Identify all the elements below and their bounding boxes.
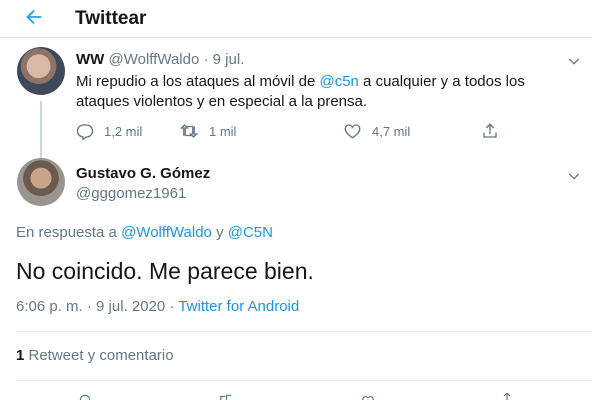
mention-link[interactable]: @c5n bbox=[319, 73, 358, 90]
author-name[interactable]: WW bbox=[76, 51, 104, 68]
tweet-date[interactable]: 9 jul. 2020 bbox=[96, 298, 165, 315]
reply-mention-link[interactable]: @C5N bbox=[228, 224, 273, 241]
tweet-time[interactable]: 6:06 p. m. bbox=[16, 298, 83, 315]
retweet-comment-stats[interactable]: 1 Retweet y comentario bbox=[16, 347, 174, 365]
reply-icon[interactable] bbox=[78, 393, 92, 400]
reply-button[interactable]: 1,2 mil bbox=[76, 121, 142, 141]
tweet-text: No coincido. Me parece bien. bbox=[16, 258, 314, 284]
share-icon[interactable] bbox=[500, 393, 514, 400]
tweet-text: Mi repudio a los ataques al móvil de @c5… bbox=[76, 72, 581, 112]
focal-tweet: Gustavo G. Gómez @gggomez1961 En respues… bbox=[0, 154, 592, 400]
parent-tweet-header: WW @WolffWaldo · 9 jul. bbox=[76, 51, 244, 69]
stats-top-divider bbox=[16, 331, 592, 332]
back-button[interactable] bbox=[20, 3, 48, 31]
tweet-meta: 6:06 p. m. · 9 jul. 2020 · Twitter for A… bbox=[16, 298, 299, 316]
retweet-icon[interactable] bbox=[219, 393, 233, 400]
reply-count: 1,2 mil bbox=[104, 123, 143, 139]
separator-dot: · bbox=[203, 51, 209, 68]
avatar[interactable] bbox=[17, 158, 65, 206]
avatar[interactable] bbox=[17, 47, 65, 95]
chevron-down-icon[interactable] bbox=[566, 53, 582, 69]
reply-prefix: En respuesta a bbox=[16, 224, 122, 241]
tweet-date[interactable]: 9 jul. bbox=[213, 51, 245, 68]
parent-tweet[interactable]: WW @WolffWaldo · 9 jul. Mi repudio a los… bbox=[0, 39, 592, 181]
author-handle[interactable]: @WolffWaldo bbox=[109, 51, 200, 68]
author-handle[interactable]: @gggomez1961 bbox=[76, 185, 186, 203]
back-arrow-icon bbox=[26, 9, 42, 25]
reply-icon bbox=[76, 124, 94, 140]
reply-conjunction: y bbox=[211, 224, 228, 241]
heart-icon[interactable] bbox=[361, 393, 375, 400]
page-title: Twittear bbox=[75, 8, 147, 29]
source-link[interactable]: Twitter for Android bbox=[178, 298, 299, 315]
retweet-icon bbox=[179, 124, 199, 138]
tweet-actions: 1,2 mil 1 mil 4,7 mil bbox=[76, 121, 506, 141]
like-count: 4,7 mil bbox=[372, 123, 411, 139]
retweet-count: 1 mil bbox=[209, 123, 237, 139]
stats-bottom-divider bbox=[16, 380, 592, 381]
top-header: Twittear bbox=[0, 0, 592, 38]
share-icon bbox=[483, 123, 497, 138]
like-button[interactable]: 4,7 mil bbox=[343, 121, 410, 141]
meta-separator: · bbox=[82, 298, 97, 315]
reply-mention-link[interactable]: @WolffWaldo bbox=[121, 224, 212, 241]
chevron-down-icon[interactable] bbox=[566, 168, 582, 184]
meta-separator: · bbox=[165, 298, 179, 315]
retweet-button[interactable]: 1 mil bbox=[179, 121, 236, 141]
retweet-comment-label: Retweet y comentario bbox=[24, 347, 174, 364]
tweet-text-start: Mi repudio a los ataques al móvil de bbox=[76, 73, 320, 90]
tweet-detail-page: Twittear WW @WolffWaldo · 9 jul. Mi repu… bbox=[0, 0, 592, 400]
author-name[interactable]: Gustavo G. Gómez bbox=[76, 165, 210, 183]
heart-icon bbox=[344, 124, 361, 139]
share-button[interactable] bbox=[481, 121, 509, 141]
reply-context: En respuesta a @WolffWaldo y @C5N bbox=[16, 224, 273, 242]
